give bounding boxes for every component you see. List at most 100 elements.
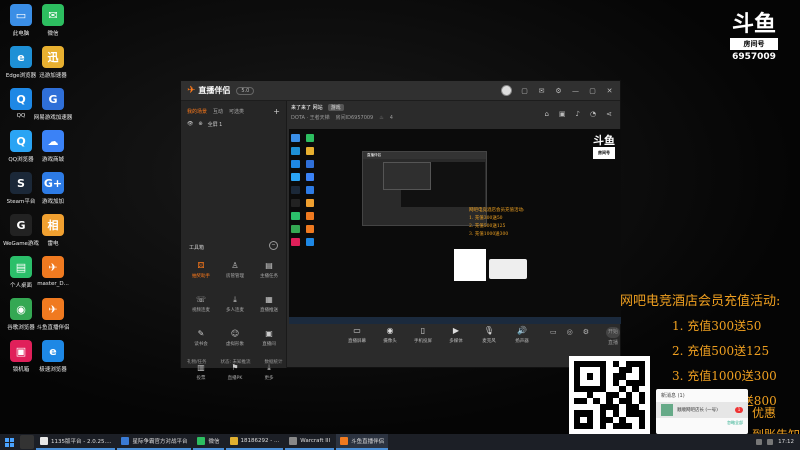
eye-icon[interactable]: ◎ bbox=[567, 328, 573, 336]
stream-category[interactable]: DOTA · 王者天梯 bbox=[291, 114, 330, 121]
desktop-icon-label: 极速浏览器 bbox=[39, 367, 67, 373]
task-view-icon[interactable] bbox=[20, 435, 34, 449]
douyu-room-logo: 斗鱼 房间号 6957009 bbox=[730, 12, 778, 62]
tab-interact[interactable]: 互动 bbox=[213, 108, 223, 115]
source-tool[interactable]: ◉ 摄像头 bbox=[379, 326, 401, 344]
toolbox-item[interactable]: ♙ 房管管理 bbox=[221, 261, 249, 279]
share-icon[interactable]: ⋖ bbox=[606, 110, 612, 118]
toolbox-item[interactable]: ⚄ 抽奖助手 bbox=[187, 261, 215, 279]
status-item[interactable]: 礼物/任务 bbox=[187, 359, 207, 365]
taskbar-app[interactable]: Warcraft III bbox=[285, 434, 335, 450]
desktop-icon[interactable]: 相雷电 bbox=[33, 214, 73, 247]
desktop-icon-label: QQ bbox=[16, 113, 26, 119]
viewer-count: 4 bbox=[389, 114, 393, 121]
skin-icon[interactable]: ▢ bbox=[520, 87, 529, 95]
desktop-icon[interactable]: e 极速浏览器 bbox=[33, 340, 73, 373]
add-scene-icon[interactable]: + bbox=[273, 107, 280, 116]
lock-icon[interactable]: ⊕ bbox=[198, 121, 202, 128]
source-tool[interactable]: ▶ 多媒体 bbox=[445, 326, 467, 344]
desktop-icon[interactable]: G+ 游戏加加 bbox=[33, 172, 73, 205]
ignore-all-link[interactable]: 忽略全部 bbox=[656, 418, 748, 428]
source-tool[interactable]: 🎙 麦克风 bbox=[478, 326, 500, 344]
toolbox-item[interactable]: ✎ 读书会 bbox=[187, 329, 215, 347]
start-live-button[interactable]: 开始直播 bbox=[606, 327, 620, 346]
taskbar-app[interactable]: 1135版平台 - 2.0.25.... bbox=[36, 434, 116, 450]
status-item[interactable]: 数据统计 bbox=[264, 359, 282, 365]
preview-promo: 网吧电竞酒店会员充值活动: 1. 充值300送50 2. 充值500送125 3… bbox=[469, 208, 525, 237]
source-tool-icon: ▯ bbox=[420, 326, 426, 335]
source-tool[interactable]: 🔊 扬声器 bbox=[511, 326, 533, 344]
app-icon: Q bbox=[10, 88, 32, 110]
toolbox-item[interactable]: ☏ 视频连麦 bbox=[187, 295, 215, 313]
taskbar-app-icon bbox=[121, 437, 130, 445]
network-icon[interactable] bbox=[756, 439, 763, 445]
minimize-icon[interactable]: — bbox=[571, 87, 580, 95]
source-tool[interactable]: ▯ 手机投屏 bbox=[412, 326, 434, 344]
taskbar-app[interactable]: 星际争霸官方对战平台 bbox=[117, 434, 192, 450]
preview-icon bbox=[306, 238, 314, 246]
desktop-icon-label: 锁机箱 bbox=[12, 367, 30, 373]
app-icon: Q bbox=[10, 130, 32, 152]
app-icon: e bbox=[42, 340, 64, 362]
toolbox-item[interactable]: ⤓ 多人连麦 bbox=[221, 295, 249, 313]
visibility-icon[interactable]: 👁 bbox=[187, 121, 193, 128]
taskbar-app[interactable]: 微信 bbox=[193, 434, 224, 450]
taskbar-app[interactable]: 18186292 - ... bbox=[225, 434, 284, 450]
toolbox-item[interactable]: ▣ 直播间 bbox=[255, 329, 283, 347]
desktop-icon[interactable]: ✉ 微信 bbox=[33, 4, 73, 37]
desktop-icon-label: 游戏商城 bbox=[41, 157, 64, 163]
desktop-icon[interactable]: G 网易游戏加速器 bbox=[33, 88, 73, 121]
gear-icon[interactable]: ⚙ bbox=[583, 328, 589, 336]
source-toolbar: ▭ 直播屏幕 ◉ 摄像头 ▯ 手机投屏 ▶ 多媒体 🎙 麦克风 🔊 扬声器 ▭ ◎ ⚙ 开始直播 bbox=[288, 326, 620, 349]
gift-icon[interactable]: ⌂ bbox=[544, 110, 548, 118]
maximize-icon[interactable]: ▢ bbox=[588, 87, 597, 95]
toolbox-item[interactable]: ☺ 虚拟形象 bbox=[221, 329, 249, 347]
desktop-icon[interactable]: ✈ 斗鱼直播伴侣 bbox=[33, 298, 73, 331]
tool-icon: ⚄ bbox=[197, 261, 205, 270]
stream-info: 来了来了 网站 游戏 DOTA · 王者天梯 房间ID6957009 ♨ 4 ⌂… bbox=[288, 101, 620, 123]
clock[interactable]: 17:12 bbox=[778, 439, 794, 445]
desktop-icon[interactable]: ✈ master_D... bbox=[33, 256, 73, 287]
screenshot-icon[interactable]: ▣ bbox=[559, 110, 566, 118]
desktop-icon-label: 网易游戏加速器 bbox=[33, 115, 73, 121]
desktop-icon[interactable]: 迅迅游加速器 bbox=[33, 46, 73, 79]
bell-icon[interactable]: ♪ bbox=[576, 110, 580, 118]
toolbox-item[interactable]: ▤ 主播任务 bbox=[255, 261, 283, 279]
notification-header: 新消息 (1) bbox=[661, 393, 685, 399]
toolbox-item[interactable]: ▦ 直播推送 bbox=[255, 295, 283, 313]
app-icon: S bbox=[10, 172, 32, 194]
volume-icon[interactable] bbox=[767, 439, 774, 445]
douyu-logo-mark: 斗鱼 bbox=[731, 11, 776, 37]
taskbar-app-icon bbox=[289, 437, 298, 445]
record-icon[interactable]: ▭ bbox=[550, 328, 557, 336]
preview-icon bbox=[291, 225, 300, 233]
version-badge[interactable]: 5.0 bbox=[236, 86, 255, 95]
tool-icon: ✎ bbox=[197, 329, 205, 338]
desktop-icon-label: 谷歌浏览器 bbox=[7, 325, 35, 331]
desktop-icon[interactable]: ☁ 游戏商城 bbox=[33, 130, 73, 163]
stream-preview[interactable]: 直播伴侣 斗鱼 房间号 网吧电竞酒店会员充值活动: 1. 充值300送50 2. … bbox=[289, 129, 621, 317]
notification-row[interactable]: 顺顺网吧店长 (一号) 1 bbox=[656, 402, 748, 418]
preview-taskbar bbox=[289, 317, 621, 324]
close-icon[interactable]: ✕ bbox=[605, 87, 614, 95]
desktop-icon-label: 雷电 bbox=[47, 241, 59, 247]
toolbox-collapse-icon[interactable]: − bbox=[269, 241, 278, 250]
scene-item[interactable]: 👁 ⊕ 全屏 1 bbox=[181, 119, 286, 130]
stream-tag[interactable]: 游戏 bbox=[327, 104, 344, 111]
source-tool-icon: ▭ bbox=[353, 326, 361, 335]
source-tool[interactable]: ▭ 直播屏幕 bbox=[346, 326, 368, 344]
desktop-icon-label: 此电脑 bbox=[12, 31, 30, 37]
tab-my-scenes[interactable]: 我的场景 bbox=[187, 108, 207, 115]
mail-icon[interactable]: ✉ bbox=[537, 87, 546, 95]
user-avatar[interactable] bbox=[501, 85, 512, 96]
tab-optional[interactable]: 可选类 bbox=[229, 108, 244, 115]
notification-icon[interactable]: ◔ bbox=[590, 110, 596, 118]
app-icon: 相 bbox=[42, 214, 64, 236]
taskbar-app[interactable]: 斗鱼直播伴侣 bbox=[336, 434, 389, 450]
settings-icon[interactable]: ⚙ bbox=[554, 87, 563, 95]
preview-icon bbox=[291, 173, 300, 181]
stream-title[interactable]: 来了来了 网站 bbox=[291, 104, 323, 111]
desktop-icon-label: 迅游加速器 bbox=[39, 73, 67, 79]
start-button[interactable] bbox=[0, 434, 18, 450]
wechat-notification[interactable]: 新消息 (1) 顺顺网吧店长 (一号) 1 忽略全部 bbox=[656, 389, 748, 434]
